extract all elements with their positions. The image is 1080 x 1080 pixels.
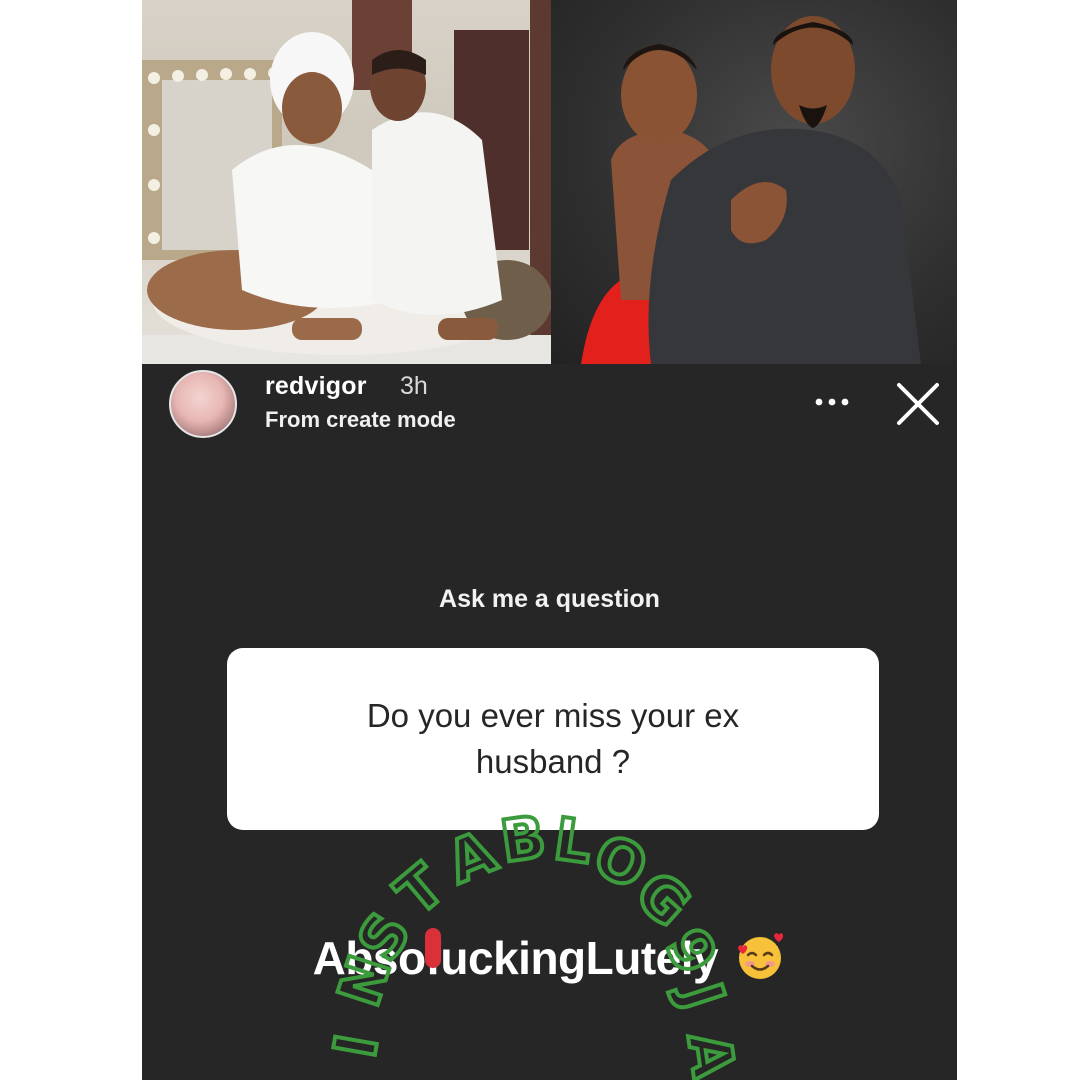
create-mode-label: From create mode	[265, 407, 456, 432]
username[interactable]: redvigor	[265, 372, 367, 401]
svg-text:O: O	[584, 821, 657, 903]
answer-text: AbsofuckingLutely	[312, 932, 719, 984]
couple-photo-dark-outfits	[551, 0, 957, 364]
couple-photo-white-outfits	[142, 0, 551, 364]
svg-text:I: I	[321, 1029, 392, 1062]
answer-line: AbsofuckingLutely	[142, 930, 957, 985]
question-sticker-prompt: Ask me a question	[439, 585, 660, 613]
svg-text:A: A	[674, 1028, 748, 1080]
story-frame: redvigor 3h From create mode Ask me a qu…	[142, 0, 957, 1080]
avatar[interactable]	[169, 370, 237, 438]
more-options-icon	[815, 398, 849, 406]
smiling-face-with-hearts-icon	[738, 933, 784, 979]
photo-collage	[142, 0, 957, 364]
svg-text:T: T	[383, 851, 457, 929]
question-card: Do you ever miss your ex husband ?	[227, 648, 879, 830]
timestamp: 3h	[400, 372, 428, 400]
close-button[interactable]	[894, 380, 942, 428]
more-options-button[interactable]	[810, 382, 854, 422]
close-icon	[897, 383, 939, 425]
story-header: redvigor 3h From create mode	[142, 364, 957, 454]
question-text: Do you ever miss your ex husband ?	[366, 697, 740, 780]
svg-text:G: G	[623, 858, 704, 940]
